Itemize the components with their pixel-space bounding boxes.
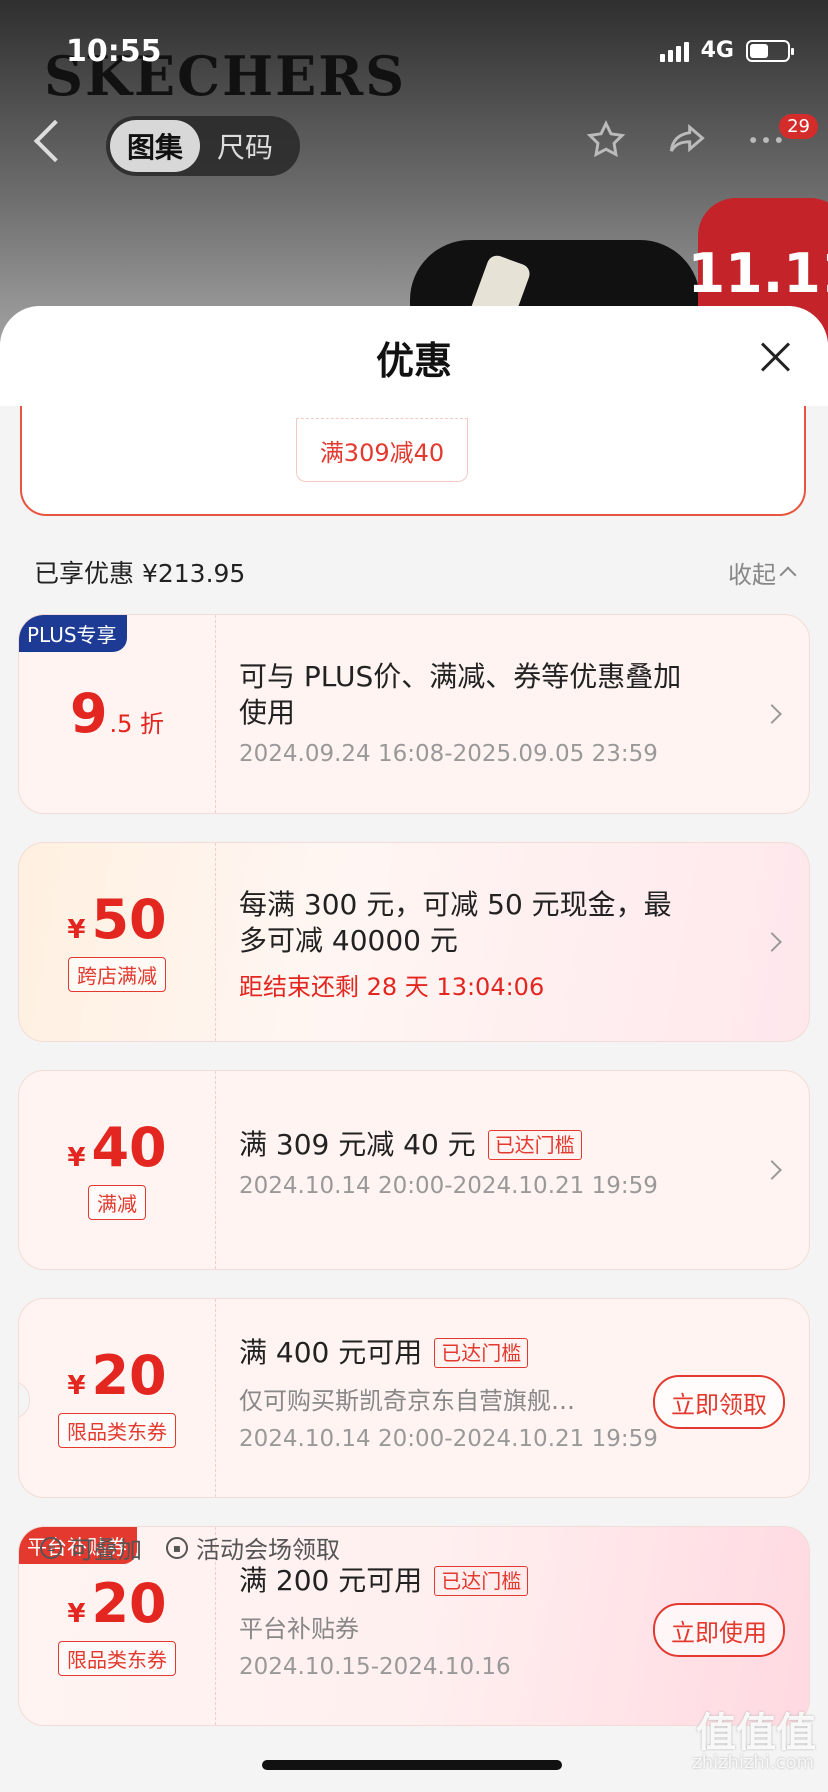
coupon-title-row: 满 200 元可用 已达门槛	[239, 1563, 659, 1599]
coupon-amount: ¥20	[67, 1571, 167, 1635]
stackable-legend: ≡ 可叠加	[40, 1530, 142, 1565]
stackable-label: 可叠加	[70, 1536, 142, 1564]
watermark-logo: 值值值	[696, 1710, 816, 1756]
favorite-star-icon[interactable]	[584, 118, 628, 162]
collapse-button[interactable]: 收起	[728, 555, 797, 590]
coupon-title: 满 309 元减 40 元	[239, 1128, 476, 1161]
coupon-type-tag: 限品类东券	[58, 1412, 176, 1448]
event-legend: ▪ 活动会场领取	[166, 1530, 340, 1565]
home-indicator[interactable]	[262, 1760, 562, 1770]
coupon-amount: ¥20	[67, 1343, 167, 1407]
coupon-type-tag: 跨店满减	[68, 956, 166, 992]
countdown-text: 距结束还剩 28 天 13:04:06	[239, 973, 545, 1001]
coupon-title: 可与 PLUS价、满减、券等优惠叠加使用	[239, 660, 682, 729]
watermark-url: zhizhizhi.com	[692, 1752, 814, 1773]
sheet-header: 优惠	[0, 306, 828, 406]
coupon-title-row: 满 309 元减 40 元 已达门槛	[239, 1127, 699, 1163]
threshold-badge: 已达门槛	[434, 1338, 529, 1368]
signal-icon	[659, 40, 689, 62]
coupon-validity: 2024.10.15-2024.10.16	[239, 1654, 511, 1680]
event-label: 活动会场领取	[196, 1536, 340, 1564]
coupon-card-cross-store[interactable]: ¥50 跨店满减 每满 300 元，可减 50 元现金，最多可减 40000 元…	[18, 842, 810, 1042]
coupon-amount: ¥40	[67, 1115, 167, 1179]
legend-row: ≡ 可叠加 ▪ 活动会场领取	[40, 1530, 340, 1565]
threshold-badge: 已达门槛	[487, 1130, 582, 1160]
total-discount-text: 已享优惠 ¥213.95	[34, 559, 246, 588]
coupon-validity: 2024.09.24 16:08-2025.09.05 23:59	[239, 741, 658, 767]
discount-rate: 9.5 折	[69, 682, 165, 745]
coupon-title: 满 400 元可用	[239, 1336, 423, 1369]
gallery-size-tabs: 图集 尺码	[106, 116, 300, 176]
sheet-title: 优惠	[375, 339, 452, 383]
coupon-body: 满 309 元减 40 元 已达门槛 2024.10.14 20:00-2024…	[239, 1127, 699, 1199]
discount-sheet: 优惠 满309减40 已享优惠 ¥213.95 收起 PLUS专享 9.5 折 …	[0, 306, 828, 1792]
coupon-amount-area: 9.5 折	[19, 615, 216, 813]
coupon-amount-area: ¥50 跨店满减	[19, 843, 216, 1041]
chevron-right-icon[interactable]	[762, 704, 782, 724]
coupon-type-tag: 限品类东券	[58, 1640, 176, 1676]
cart-count-badge: 29	[779, 114, 818, 139]
share-icon[interactable]	[664, 118, 708, 162]
threshold-badge: 已达门槛	[434, 1566, 529, 1596]
coupon-title: 每满 300 元，可减 50 元现金，最多可减 40000 元	[239, 888, 672, 957]
status-time: 10:55	[66, 34, 162, 69]
coupon-description: 仅可购买斯凯奇京东自营旗舰…	[239, 1387, 575, 1415]
battery-icon	[746, 39, 794, 62]
coupon-body: 每满 300 元，可减 50 元现金，最多可减 40000 元 距结束还剩 28…	[239, 887, 699, 1002]
coupon-amount-area: ¥20 限品类东券	[19, 1299, 216, 1497]
coupon-title-row: 满 400 元可用 已达门槛	[239, 1335, 659, 1371]
status-bar-right: 4G	[659, 38, 794, 63]
claim-coupon-button[interactable]: 立即领取	[653, 1375, 785, 1429]
coupon-type-tag: 满减	[88, 1184, 146, 1220]
coupon-card-plus[interactable]: PLUS专享 9.5 折 可与 PLUS价、满减、券等优惠叠加使用 2024.0…	[18, 614, 810, 814]
ticket-icon: ▪	[166, 1536, 188, 1559]
chevron-right-icon[interactable]	[762, 932, 782, 952]
coupon-body: 满 200 元可用 已达门槛 平台补贴券 2024.10.15-2024.10.…	[239, 1563, 659, 1680]
selected-coupon-chip[interactable]: 满309减40	[296, 418, 468, 482]
discount-summary-row: 已享优惠 ¥213.95 收起	[34, 554, 797, 590]
close-icon[interactable]	[760, 342, 790, 372]
coupon-title: 满 200 元可用	[239, 1564, 423, 1597]
collapse-label: 收起	[728, 560, 776, 589]
tab-size[interactable]: 尺码	[200, 120, 290, 172]
chevron-right-icon[interactable]	[762, 1160, 782, 1180]
coupon-body: 满 400 元可用 已达门槛 仅可购买斯凯奇京东自营旗舰… 2024.10.14…	[239, 1335, 659, 1452]
use-coupon-button[interactable]: 立即使用	[653, 1603, 785, 1657]
selected-discount-card: 满309减40	[20, 406, 806, 516]
coupon-validity: 2024.10.14 20:00-2024.10.21 19:59	[239, 1173, 658, 1199]
header-actions	[584, 118, 788, 162]
coupon-validity: 2024.10.14 20:00-2024.10.21 19:59	[239, 1426, 658, 1452]
tab-gallery[interactable]: 图集	[110, 120, 200, 172]
coupon-amount: ¥50	[67, 887, 167, 951]
stack-icon: ≡	[40, 1536, 62, 1559]
chevron-up-icon	[779, 566, 797, 584]
coupon-card-category[interactable]: ¥20 限品类东券 满 400 元可用 已达门槛 仅可购买斯凯奇京东自营旗舰… …	[18, 1298, 810, 1498]
coupon-body: 可与 PLUS价、满减、券等优惠叠加使用 2024.09.24 16:08-20…	[239, 659, 699, 767]
coupon-amount-area: ¥40 满减	[19, 1071, 216, 1269]
network-label: 4G	[700, 38, 734, 63]
coupon-card-full-reduction[interactable]: ¥40 满减 满 309 元减 40 元 已达门槛 2024.10.14 20:…	[18, 1070, 810, 1270]
coupon-description: 平台补贴券	[239, 1615, 359, 1643]
